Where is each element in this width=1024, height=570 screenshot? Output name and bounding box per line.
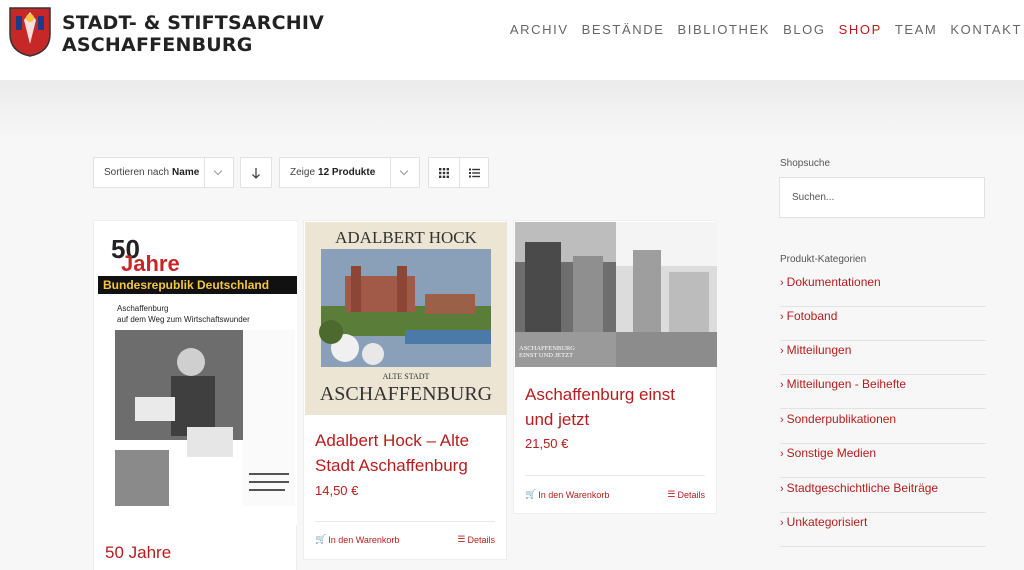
category-label: Mitteilungen - Beihefte — [786, 377, 907, 391]
add-to-cart-label: In den Warenkorb — [328, 534, 400, 545]
product-card[interactable]: ASCHAFFENBURG EINST UND JETZT Aschaffenb… — [513, 220, 717, 514]
details-label: Details — [677, 489, 705, 500]
cover-line1: ASCHAFFENBURG — [519, 345, 575, 352]
grid-view-button[interactable] — [429, 158, 459, 187]
chevron-right-icon: › — [780, 379, 784, 391]
nav-kontakt[interactable]: KONTAKT — [950, 22, 1022, 37]
category-link-sonstige-medien[interactable]: › Sonstige Medien — [780, 444, 986, 478]
product-image-einst-und-jetzt[interactable]: ASCHAFFENBURG EINST UND JETZT — [515, 222, 717, 367]
chevron-right-icon: › — [780, 414, 784, 426]
product-image-50-jahre[interactable]: 50 Jahre Bundesrepublik Deutschland Asch… — [95, 222, 297, 525]
cover-sub1: Aschaffenburg — [117, 304, 168, 313]
nav-bibliothek[interactable]: BIBLIOTHEK — [677, 22, 770, 37]
main-nav: ARCHIV BESTÄNDE BIBLIOTHEK BLOG SHOP TEA… — [497, 22, 1022, 37]
nav-archiv[interactable]: ARCHIV — [510, 22, 569, 37]
product-title-line1: Adalbert Hock – Alte — [315, 431, 470, 450]
category-label: Sonstige Medien — [786, 446, 877, 460]
product-image-alte-stadt[interactable]: ADALBERT HOCK ALTE STADT ASCHAFFENBURG — [305, 222, 507, 415]
cover-small-title: ALTE STADT — [383, 372, 430, 381]
list-icon: ☰ — [667, 489, 676, 499]
category-label: Mitteilungen — [786, 343, 852, 357]
category-link-sonderpublikationen[interactable]: › Sonderpublikationen — [780, 410, 986, 444]
list-icon: ☰ — [457, 534, 466, 544]
product-title[interactable]: Aschaffenburg einst und jetzt — [525, 382, 675, 432]
category-link-fotoband[interactable]: › Fotoband — [780, 307, 986, 341]
category-label: Sonderpublikationen — [786, 412, 897, 426]
grid-icon — [439, 167, 449, 178]
nav-shop[interactable]: SHOP — [839, 22, 882, 37]
cover-line2: EINST UND JETZT — [519, 352, 573, 359]
category-label: Stadtgeschichtliche Beiträge — [786, 481, 939, 495]
sort-dropdown[interactable]: Sortieren nach Name — [93, 157, 234, 188]
city-coat-of-arms-logo[interactable] — [6, 4, 54, 58]
shopping-cart-icon: 🛒 — [525, 489, 537, 499]
cover-big-title: ASCHAFFENBURG — [320, 383, 492, 405]
nav-bestaende[interactable]: BESTÄNDE — [582, 22, 665, 37]
per-page-label: Zeige — [290, 167, 316, 178]
product-card[interactable]: 50 Jahre Bundesrepublik Deutschland Asch… — [93, 220, 297, 570]
product-title-line1: Aschaffenburg einst — [525, 385, 675, 404]
category-link-stadtgeschichtliche-beitraege[interactable]: › Stadtgeschichtliche Beiträge — [780, 479, 986, 513]
per-page-dropdown[interactable]: Zeige 12 Produkte — [279, 157, 420, 188]
details-button[interactable]: ☰ Details — [457, 534, 495, 545]
chevron-right-icon: › — [780, 448, 784, 460]
product-title[interactable]: Adalbert Hock – Alte Stadt Aschaffenburg — [315, 428, 469, 478]
list-view-button[interactable] — [460, 158, 489, 187]
arrow-down-icon — [252, 167, 260, 179]
product-title-line2: und jetzt — [525, 410, 590, 429]
shop-search-input[interactable]: Suchen... — [779, 177, 985, 218]
list-icon — [469, 168, 480, 177]
header-band — [0, 80, 1024, 140]
category-link-mitteilungen-beihefte[interactable]: › Mitteilungen - Beihefte — [780, 375, 986, 409]
product-card[interactable]: ADALBERT HOCK ALTE STADT ASCHAFFENBURG A… — [303, 220, 507, 560]
divider — [204, 158, 205, 187]
chevron-right-icon: › — [780, 311, 784, 323]
sort-direction-button[interactable] — [240, 157, 272, 188]
view-toggle — [428, 157, 489, 188]
category-link-unkategorisiert[interactable]: › Unkategorisiert — [780, 513, 986, 547]
chevron-down-icon — [213, 166, 223, 176]
sort-label: Sortieren nach — [104, 167, 170, 178]
chevron-right-icon: › — [780, 517, 784, 529]
site-header: STADT- & STIFTSARCHIV ASCHAFFENBURG ARCH… — [0, 0, 1024, 80]
categories-heading: Produkt-Kategorien — [780, 254, 867, 265]
product-price: 21,50 € — [525, 436, 569, 451]
chevron-right-icon: › — [780, 483, 784, 495]
product-title-line2: Stadt Aschaffenburg — [315, 456, 468, 475]
sort-value: Name — [172, 167, 200, 178]
cover-jahre: Jahre — [121, 251, 180, 276]
product-title[interactable]: 50 Jahre — [105, 540, 171, 565]
product-price: 14,50 € — [315, 483, 359, 498]
chevron-down-icon — [399, 166, 409, 176]
category-label: Fotoband — [786, 309, 838, 323]
divider — [525, 475, 705, 476]
per-page-value: 12 Produkte — [318, 167, 376, 178]
nav-blog[interactable]: BLOG — [783, 22, 826, 37]
add-to-cart-button[interactable]: 🛒 In den Warenkorb — [525, 489, 609, 500]
category-link-mitteilungen[interactable]: › Mitteilungen — [780, 341, 986, 375]
chevron-right-icon: › — [780, 345, 784, 357]
add-to-cart-button[interactable]: 🛒 In den Warenkorb — [315, 534, 399, 545]
divider — [390, 158, 391, 187]
site-title-line2: ASCHAFFENBURG — [62, 34, 253, 56]
divider — [315, 521, 495, 522]
details-button[interactable]: ☰ Details — [667, 489, 705, 500]
category-label: Dokumentationen — [786, 275, 881, 289]
site-title-line1: STADT- & STIFTSARCHIV — [62, 12, 324, 34]
chevron-right-icon: › — [780, 277, 784, 289]
category-link-dokumentationen[interactable]: › Dokumentationen — [780, 273, 986, 307]
category-label: Unkategorisiert — [786, 515, 868, 529]
add-to-cart-label: In den Warenkorb — [538, 489, 610, 500]
cover-author: ADALBERT HOCK — [335, 228, 477, 247]
search-heading: Shopsuche — [780, 158, 831, 169]
site-title[interactable]: STADT- & STIFTSARCHIV ASCHAFFENBURG — [62, 12, 324, 56]
shopping-cart-icon: 🛒 — [315, 534, 327, 544]
nav-team[interactable]: TEAM — [895, 22, 938, 37]
cover-banner: Bundesrepublik Deutschland — [103, 278, 269, 292]
details-label: Details — [467, 534, 495, 545]
cover-sub2: auf dem Weg zum Wirtschaftswunder — [117, 315, 250, 324]
